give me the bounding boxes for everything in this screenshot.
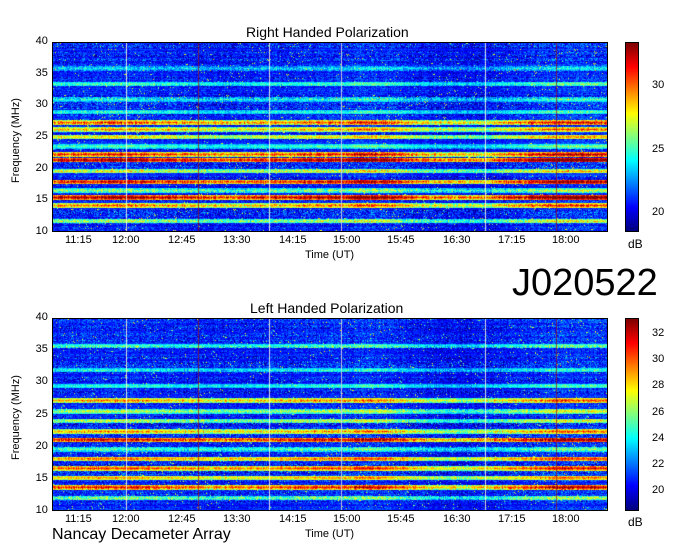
x-tick-label: 16:30 xyxy=(443,513,471,525)
y-tick-label: 25 xyxy=(35,130,48,142)
x-tick-label: 11:15 xyxy=(65,513,92,525)
top-spectrogram xyxy=(52,42,608,232)
x-tick-label: 15:45 xyxy=(387,513,415,525)
y-tick-label: 30 xyxy=(35,375,48,388)
y-tick-label: 30 xyxy=(35,98,48,111)
x-tick-label: 16:30 xyxy=(443,234,471,246)
colorbar-tick-label: 30 xyxy=(652,353,665,365)
y-tick-label: 15 xyxy=(35,193,48,206)
y-tick-label: 10 xyxy=(35,504,48,516)
bottom-colorbar-canvas xyxy=(626,319,638,510)
colorbar-tick-label: 30 xyxy=(652,79,665,92)
top-colorbar xyxy=(625,42,639,232)
x-tick-label: 13:30 xyxy=(223,234,251,246)
x-tick-label: 13:30 xyxy=(223,513,251,525)
y-tick-label: 40 xyxy=(35,311,48,323)
x-tick-label: 12:45 xyxy=(168,513,196,525)
y-tick-label: 25 xyxy=(35,407,48,420)
y-tick-label: 20 xyxy=(35,161,48,174)
x-tick-label: 14:15 xyxy=(279,513,307,525)
y-tick-label: 35 xyxy=(35,66,48,79)
colorbar-tick-label: 20 xyxy=(652,206,665,218)
bottom-colorbar-unit: dB xyxy=(628,515,643,529)
colorbar-tick-label: 22 xyxy=(652,458,665,471)
colorbar-tick-label: 25 xyxy=(652,142,665,155)
bottom-panel-title: Left Handed Polarization xyxy=(250,300,404,316)
x-tick-label: 12:00 xyxy=(112,513,140,525)
top-x-axis-label: Time (UT) xyxy=(305,249,355,261)
bottom-spectrogram xyxy=(52,318,608,511)
colorbar-tick-label: 28 xyxy=(652,379,665,392)
x-tick-label: 18:00 xyxy=(552,513,580,525)
bottom-colorbar xyxy=(625,318,639,511)
x-tick-label: 15:45 xyxy=(387,234,415,246)
x-tick-label: 11:15 xyxy=(65,234,92,246)
top-spectrogram-canvas xyxy=(53,43,607,231)
x-tick-label: 17:15 xyxy=(498,234,526,246)
bottom-spectrogram-canvas xyxy=(53,319,607,510)
top-panel-title: Right Handed Polarization xyxy=(246,24,409,40)
top-colorbar-canvas xyxy=(626,43,638,231)
y-tick-label: 35 xyxy=(35,343,48,356)
x-tick-label: 14:15 xyxy=(279,234,307,246)
colorbar-tick-label: 24 xyxy=(652,431,665,444)
top-colorbar-unit: dB xyxy=(628,237,643,251)
colorbar-tick-label: 32 xyxy=(652,326,665,339)
y-tick-label: 15 xyxy=(35,471,48,484)
bottom-y-axis-label: Frequency (MHz) xyxy=(10,375,22,460)
x-tick-label: 18:00 xyxy=(552,234,580,246)
instrument-name: Nancay Decameter Array xyxy=(52,526,231,543)
bottom-x-axis-label: Time (UT) xyxy=(305,528,355,540)
y-tick-label: 40 xyxy=(35,35,48,47)
x-tick-label: 17:15 xyxy=(498,513,526,525)
colorbar-tick-label: 20 xyxy=(652,484,665,497)
observation-id: J020522 xyxy=(512,262,658,304)
x-tick-label: 12:00 xyxy=(112,234,140,246)
colorbar-tick-label: 26 xyxy=(652,405,665,418)
y-tick-label: 10 xyxy=(35,225,48,237)
x-tick-label: 15:00 xyxy=(333,234,361,246)
x-tick-label: 15:00 xyxy=(333,513,361,525)
x-tick-label: 12:45 xyxy=(168,234,196,246)
y-tick-label: 20 xyxy=(35,439,48,452)
top-y-axis-label: Frequency (MHz) xyxy=(10,98,22,183)
